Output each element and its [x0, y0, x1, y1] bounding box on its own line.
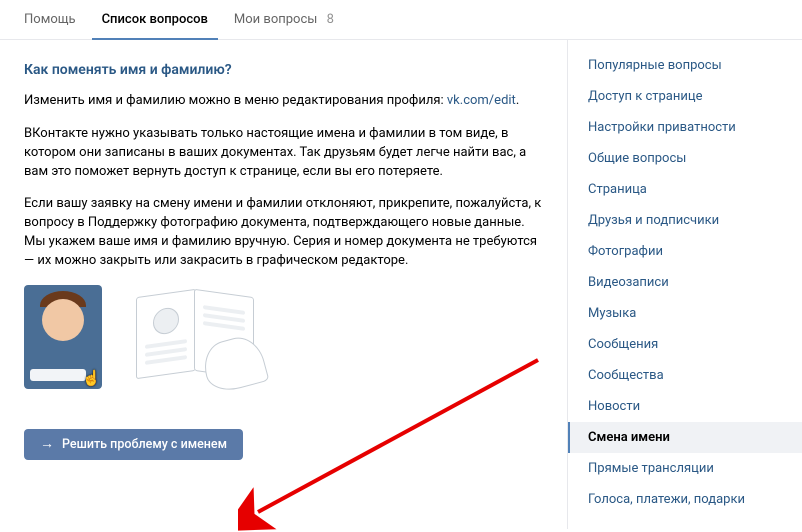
sidebar-item[interactable]: Доступ к странице: [568, 81, 802, 112]
passport-emblem-icon: [153, 306, 179, 336]
arrow-right-icon: →: [40, 437, 54, 451]
article-paragraph-1: Изменить имя и фамилию можно в меню реда…: [24, 92, 543, 111]
sidebar-item[interactable]: Музыка: [568, 298, 802, 329]
top-tabs: Помощь Список вопросов Мои вопросы 8: [0, 0, 802, 40]
category-sidebar: Популярные вопросыДоступ к страницеНастр…: [567, 40, 802, 529]
sidebar-item[interactable]: Прямые трансляции: [568, 453, 802, 484]
sidebar-item[interactable]: Видеозаписи: [568, 267, 802, 298]
cursor-icon: ☝: [82, 369, 97, 384]
sidebar-item[interactable]: Настройки приватности: [568, 112, 802, 143]
avatar-face-icon: [42, 299, 84, 341]
phone-button-bar: [30, 369, 86, 381]
article-pane: Как поменять имя и фамилию? Изменить имя…: [0, 40, 567, 529]
attachment-passport-illustration[interactable]: [116, 285, 264, 389]
tab-my-questions[interactable]: Мои вопросы 8: [224, 0, 344, 40]
text: .: [516, 93, 519, 108]
sidebar-item[interactable]: Сообщения: [568, 329, 802, 360]
sidebar-item[interactable]: Друзья и подписчики: [568, 205, 802, 236]
sidebar-item[interactable]: Общие вопросы: [568, 143, 802, 174]
article-title: Как поменять имя и фамилию?: [24, 62, 543, 78]
passport-left-page: [136, 289, 196, 379]
tab-my-questions-count: 8: [327, 12, 334, 27]
tab-questions-list[interactable]: Список вопросов: [92, 0, 218, 40]
solve-name-problem-button[interactable]: → Решить проблему с именем: [24, 429, 243, 460]
tab-my-questions-label: Мои вопросы: [234, 12, 317, 27]
attachments-row: ☝: [24, 285, 543, 389]
sidebar-item[interactable]: Голоса, платежи, подарки: [568, 484, 802, 515]
sidebar-item[interactable]: Сообщества: [568, 360, 802, 391]
article-paragraph-3: Если вашу заявку на смену имени и фамили…: [24, 195, 543, 270]
sidebar-item[interactable]: Популярные вопросы: [568, 50, 802, 81]
text: Изменить имя и фамилию можно в меню реда…: [24, 93, 447, 108]
attachment-phone-screenshot[interactable]: ☝: [24, 285, 102, 389]
sidebar-item[interactable]: Страница: [568, 174, 802, 205]
passport-line: [145, 355, 187, 365]
sidebar-item[interactable]: Смена имени: [568, 422, 802, 453]
edit-profile-link[interactable]: vk.com/edit: [447, 93, 516, 108]
sidebar-item[interactable]: Новости: [568, 391, 802, 422]
passport-line: [203, 321, 245, 331]
tab-help[interactable]: Помощь: [14, 0, 86, 40]
cta-label: Решить проблему с именем: [62, 437, 227, 452]
sidebar-item[interactable]: Фотографии: [568, 236, 802, 267]
article-paragraph-2: ВКонтакте нужно указывать только настоящ…: [24, 125, 543, 182]
